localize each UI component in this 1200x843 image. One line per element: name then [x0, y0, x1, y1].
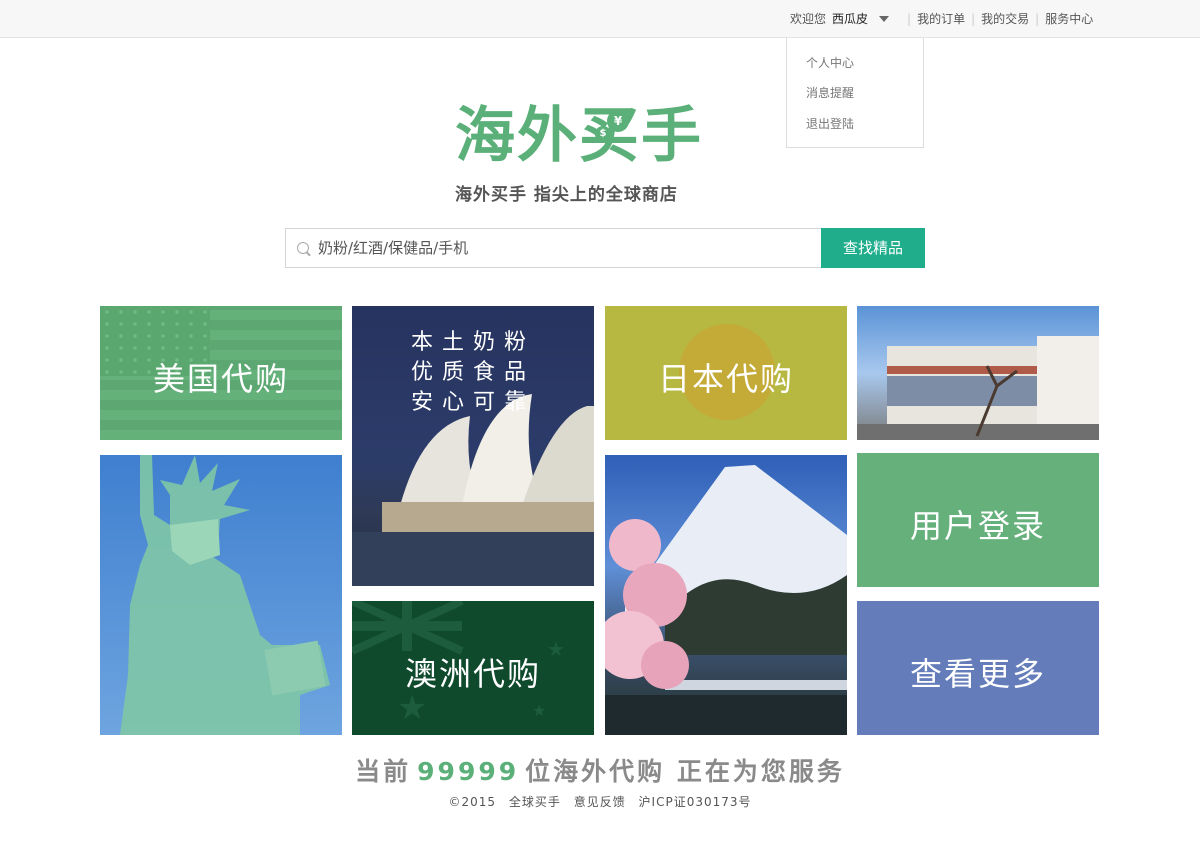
buyer-count-number: 99999	[417, 757, 520, 786]
login-tile-button[interactable]: 用户登录	[857, 453, 1099, 587]
svg-text:★: ★	[532, 701, 546, 720]
search-button[interactable]: 查找精品	[821, 228, 925, 268]
tile-australia-shopping[interactable]: ★ ★ ★ 澳洲代购	[352, 601, 594, 735]
mount-fuji-image[interactable]	[605, 455, 847, 735]
footer-icp: 沪ICP证030173号	[638, 795, 752, 809]
shopping-mall-illustration	[857, 336, 1099, 440]
my-trades-link[interactable]: 我的交易	[981, 10, 1029, 27]
divider: |	[907, 11, 912, 26]
welcome-text: 欢迎您	[790, 12, 827, 26]
yen-coin-icon: ¥	[607, 110, 629, 132]
buyer-count-prefix: 当前	[355, 757, 412, 786]
footer: ©2015 全球买手 意见反馈 沪ICP证030173号	[0, 793, 1200, 810]
divider: |	[971, 11, 976, 26]
milk-slogan-line: 本土奶粉	[410, 330, 535, 355]
top-bar: 欢迎您 西瓜皮 | 我的订单 | 我的交易 | 服务中心	[0, 0, 1200, 38]
view-more-tile-button[interactable]: 查看更多	[857, 601, 1099, 735]
tile-usa-label: 美国代购	[152, 360, 289, 398]
footer-brand-link[interactable]: 全球买手	[509, 795, 561, 809]
chevron-down-icon[interactable]	[879, 15, 890, 22]
menu-item-notifications[interactable]: 消息提醒	[806, 84, 854, 101]
statue-of-liberty-image[interactable]	[100, 455, 342, 735]
footer-copyright: ©2015	[448, 795, 497, 809]
tile-japan-label: 日本代购	[657, 360, 794, 398]
dollar-coin-icon: $	[595, 126, 611, 142]
footer-feedback-link[interactable]: 意见反馈	[574, 795, 626, 809]
user-dropdown-menu: 个人中心 消息提醒 退出登陆	[786, 38, 924, 148]
site-logo[interactable]: 海外买手 ¥ $	[455, 96, 755, 176]
tile-japan-shopping[interactable]: 日本代购	[605, 306, 847, 440]
buyer-count-suffix: 位海外代购 正在为您服务	[525, 757, 845, 786]
login-tile-label: 用户登录	[909, 507, 1046, 545]
site-tagline: 海外买手 指尖上的全球商店	[455, 185, 678, 205]
menu-item-logout[interactable]: 退出登陆	[806, 115, 854, 132]
divider: |	[1035, 11, 1040, 26]
search-input[interactable]	[318, 229, 813, 267]
shopping-mall-image[interactable]	[857, 306, 1099, 440]
view-more-tile-label: 查看更多	[909, 655, 1046, 693]
menu-item-profile[interactable]: 个人中心	[806, 54, 854, 71]
service-center-link[interactable]: 服务中心	[1045, 10, 1093, 27]
username[interactable]: 西瓜皮	[832, 10, 868, 27]
tile-australia-label: 澳洲代购	[404, 655, 541, 693]
milk-slogan-line: 优质食品	[410, 360, 535, 385]
buyer-count-banner: 当前 99999 位海外代购 正在为您服务	[0, 752, 1200, 788]
milk-slogan: 本土奶粉 优质食品 安心可靠	[352, 328, 594, 418]
search-icon	[297, 242, 309, 254]
search-box	[285, 228, 822, 268]
milk-slogan-line: 安心可靠	[410, 390, 535, 415]
tile-australia-milk[interactable]: 本土奶粉 优质食品 安心可靠	[352, 306, 594, 586]
my-orders-link[interactable]: 我的订单	[917, 10, 965, 27]
statue-of-liberty-illustration	[120, 455, 330, 735]
mount-fuji-illustration	[605, 465, 847, 735]
tile-usa-shopping[interactable]: 美国代购	[100, 306, 342, 440]
top-bar-nav: 欢迎您 西瓜皮 | 我的订单 | 我的交易 | 服务中心	[790, 10, 1093, 27]
